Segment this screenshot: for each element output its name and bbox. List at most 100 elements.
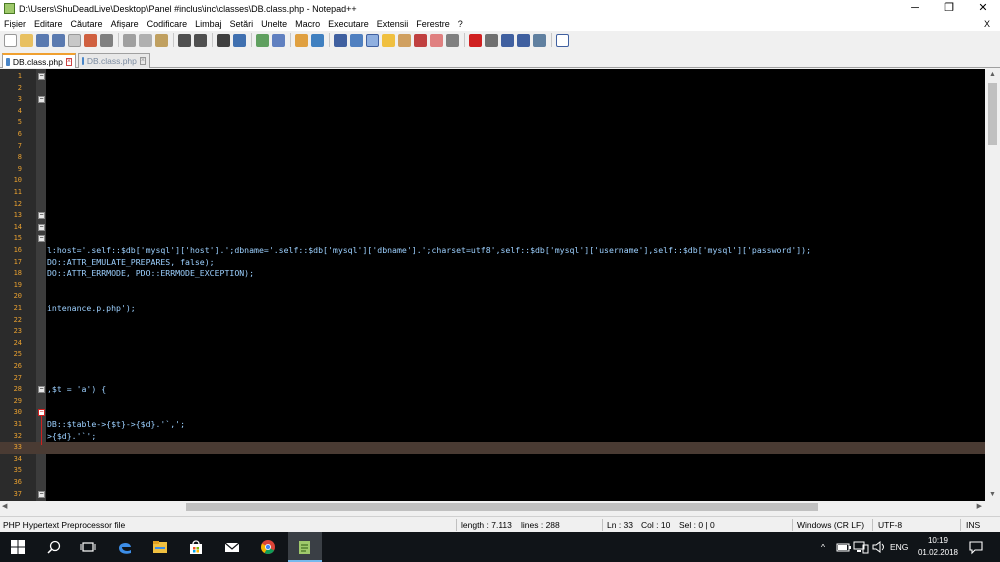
store-icon[interactable] bbox=[188, 539, 204, 555]
minimize-button[interactable]: ─ bbox=[898, 0, 932, 17]
tab-db-class-inactive[interactable]: DB.class.php × bbox=[78, 53, 150, 68]
code-line[interactable]: 31 DB::$table->{$t}->{$d}.'`,'; bbox=[0, 419, 985, 431]
close-document-button[interactable]: X bbox=[980, 17, 994, 31]
chrome-icon[interactable] bbox=[260, 539, 276, 555]
code-line[interactable]: 2 bbox=[0, 83, 985, 95]
edge-browser-icon[interactable] bbox=[117, 539, 133, 555]
menu-window[interactable]: Ferestre bbox=[412, 17, 454, 31]
new-file-icon[interactable] bbox=[4, 33, 17, 47]
vertical-scrollbar[interactable]: ▲ ▼ bbox=[985, 69, 1000, 501]
taskbar-notepadpp-active[interactable] bbox=[288, 532, 322, 562]
undo-icon[interactable] bbox=[178, 33, 191, 47]
system-clock[interactable]: 10:19 01.02.2018 bbox=[912, 535, 964, 559]
code-line[interactable]: 18 DO::ATTR_ERRMODE, PDO::ERRMODE_EXCEPTI… bbox=[0, 268, 985, 280]
file-explorer-icon[interactable] bbox=[152, 539, 168, 555]
code-line[interactable]: 4 bbox=[0, 106, 985, 118]
tab-db-class-active[interactable]: DB.class.php × bbox=[2, 53, 76, 68]
code-line[interactable]: 3− bbox=[0, 94, 985, 106]
copy-icon[interactable] bbox=[139, 33, 152, 47]
menu-macro[interactable]: Macro bbox=[291, 17, 324, 31]
close-file-icon[interactable] bbox=[68, 33, 81, 47]
menu-search[interactable]: Căutare bbox=[67, 17, 107, 31]
stop-macro-icon[interactable] bbox=[485, 33, 498, 47]
play-macro-icon[interactable] bbox=[501, 33, 514, 47]
fold-toggle-icon[interactable]: − bbox=[38, 386, 45, 394]
code-line[interactable]: 11 bbox=[0, 187, 985, 199]
play-multiple-icon[interactable] bbox=[517, 33, 530, 47]
scroll-up-icon[interactable]: ▲ bbox=[985, 69, 1000, 81]
code-line[interactable]: 33 bbox=[0, 442, 985, 454]
code-line[interactable]: 9 bbox=[0, 164, 985, 176]
tray-chevron-icon[interactable]: ^ bbox=[821, 532, 825, 562]
code-line[interactable]: 36 bbox=[0, 477, 985, 489]
code-line[interactable]: 13 − bbox=[0, 210, 985, 222]
function-list-icon[interactable] bbox=[414, 33, 427, 47]
save-macro-icon[interactable] bbox=[533, 33, 546, 47]
code-line[interactable]: 8 bbox=[0, 152, 985, 164]
record-macro-icon[interactable] bbox=[469, 33, 482, 47]
show-all-chars-icon[interactable] bbox=[350, 33, 363, 47]
scroll-right-icon[interactable]: ▶ bbox=[977, 501, 982, 513]
menu-tools[interactable]: Unelte bbox=[257, 17, 291, 31]
task-view-icon[interactable] bbox=[80, 539, 96, 555]
action-center-icon[interactable] bbox=[968, 539, 984, 555]
fold-toggle-icon[interactable]: − bbox=[38, 223, 45, 231]
search-icon[interactable] bbox=[46, 539, 62, 555]
language-indicator[interactable]: ENG bbox=[890, 532, 908, 562]
paste-icon[interactable] bbox=[155, 33, 168, 47]
menu-view[interactable]: Afișare bbox=[107, 17, 143, 31]
vertical-scroll-thumb[interactable] bbox=[988, 83, 997, 145]
close-tab-icon[interactable]: × bbox=[139, 57, 146, 65]
code-line[interactable]: 17 DO::ATTR_EMULATE_PREPARES, false); bbox=[0, 257, 985, 269]
fold-toggle-icon[interactable]: − bbox=[38, 212, 45, 220]
replace-icon[interactable] bbox=[233, 33, 246, 47]
word-wrap-icon[interactable] bbox=[334, 33, 347, 47]
code-line[interactable]: 19 bbox=[0, 280, 985, 292]
code-line[interactable]: 23 bbox=[0, 326, 985, 338]
save-all-icon[interactable] bbox=[52, 33, 65, 47]
code-line[interactable]: 34 bbox=[0, 454, 985, 466]
scroll-left-icon[interactable]: ◀ bbox=[2, 501, 7, 513]
code-line[interactable]: 14 − bbox=[0, 222, 985, 234]
code-line[interactable]: 1− bbox=[0, 71, 985, 83]
menu-help[interactable]: ? bbox=[454, 17, 467, 31]
code-line[interactable]: 10 bbox=[0, 175, 985, 187]
code-line[interactable]: 21 intenance.p.php'); bbox=[0, 303, 985, 315]
spellcheck-icon[interactable] bbox=[556, 33, 569, 47]
code-editor[interactable]: 1−2 3−4 5 6 7 8 9 10 11 12 13−14−15−16 l:host='.sel… bbox=[0, 69, 985, 501]
mail-icon[interactable] bbox=[224, 539, 240, 555]
indent-guide-icon[interactable] bbox=[366, 33, 379, 47]
menu-edit[interactable]: Editare bbox=[30, 17, 67, 31]
close-tab-icon[interactable]: × bbox=[65, 57, 72, 66]
code-line[interactable]: 32 >{$d}.'`'; bbox=[0, 431, 985, 443]
code-line[interactable]: 22 bbox=[0, 315, 985, 327]
save-icon[interactable] bbox=[36, 33, 49, 47]
fold-toggle-icon[interactable]: − bbox=[38, 96, 45, 104]
code-line[interactable]: 7 bbox=[0, 141, 985, 153]
sync-horizontal-icon[interactable] bbox=[311, 33, 324, 47]
code-line[interactable]: 29 bbox=[0, 396, 985, 408]
menu-run[interactable]: Executare bbox=[324, 17, 373, 31]
open-file-icon[interactable] bbox=[20, 33, 33, 47]
battery-icon[interactable] bbox=[836, 539, 852, 555]
menu-file[interactable]: Fișier bbox=[0, 17, 30, 31]
close-button[interactable]: ✕ bbox=[966, 0, 1000, 17]
cut-icon[interactable] bbox=[123, 33, 136, 47]
zoom-in-icon[interactable] bbox=[256, 33, 269, 47]
fold-toggle-icon[interactable]: − bbox=[38, 73, 45, 80]
code-line[interactable]: 16 l:host='.self::$db['mysql']['host'].';… bbox=[0, 245, 985, 257]
restore-button[interactable]: ❐ bbox=[932, 0, 966, 17]
code-line[interactable]: 25 bbox=[0, 349, 985, 361]
network-icon[interactable] bbox=[853, 539, 869, 555]
menu-language[interactable]: Limbaj bbox=[191, 17, 226, 31]
udl-icon[interactable] bbox=[382, 33, 395, 47]
fold-toggle-icon[interactable]: − bbox=[38, 235, 45, 243]
code-line[interactable]: 26 bbox=[0, 361, 985, 373]
fold-toggle-icon[interactable]: − bbox=[38, 409, 45, 417]
zoom-out-icon[interactable] bbox=[272, 33, 285, 47]
find-icon[interactable] bbox=[217, 33, 230, 47]
code-line[interactable]: 27 bbox=[0, 373, 985, 385]
menu-encoding[interactable]: Codificare bbox=[143, 17, 192, 31]
code-line[interactable]: 30 − bbox=[0, 407, 985, 419]
code-line[interactable]: 24 bbox=[0, 338, 985, 350]
